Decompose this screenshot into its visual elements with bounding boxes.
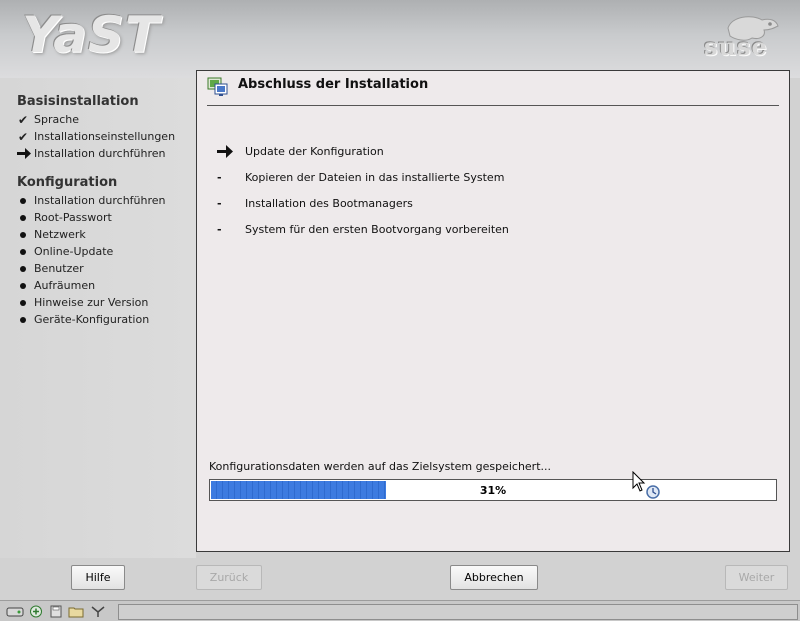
bullet-icon (17, 316, 34, 323)
arrow-right-icon (217, 144, 245, 158)
step-installation-bootmanager: - Installation des Bootmanagers (217, 195, 413, 211)
arrow-right-icon (17, 148, 34, 159)
sidebar: Basisinstallation ✔ Sprache ✔ Installati… (0, 78, 196, 558)
suse-wordmark: suse (704, 32, 768, 61)
sidebar-item-installation-durchfuehren-current: Installation durchführen (17, 145, 166, 162)
sidebar-item-label: Installation durchführen (34, 194, 166, 207)
progress-percent: 31% (479, 483, 507, 497)
step-update-konfiguration: Update der Konfiguration (217, 143, 384, 159)
bullet-icon (17, 214, 34, 221)
dash-icon: - (217, 196, 222, 210)
help-button-label: Hilfe (85, 571, 111, 584)
sidebar-item-label: Aufräumen (34, 279, 96, 292)
bullet-icon (17, 197, 34, 204)
abort-button-label: Abbrechen (464, 571, 524, 584)
sidebar-heading-basisinstallation: Basisinstallation (17, 94, 139, 109)
step-label: Kopieren der Dateien in das installierte… (245, 170, 505, 184)
progress-bar: 31% (209, 479, 777, 501)
back-button[interactable]: Zurück (196, 565, 262, 590)
dash-icon: - (217, 170, 222, 184)
sidebar-item-hinweise-zur-version: Hinweise zur Version (17, 294, 148, 311)
sidebar-item-label: Hinweise zur Version (34, 296, 149, 309)
sidebar-item-label: Geräte-Konfiguration (34, 313, 150, 326)
sidebar-item-installation-durchfuehren: Installation durchführen (17, 192, 166, 209)
sidebar-item-root-passwort: Root-Passwort (17, 209, 112, 226)
dash-icon: - (217, 222, 222, 236)
bullet-icon (17, 248, 34, 255)
abort-button[interactable]: Abbrechen (450, 565, 538, 590)
sidebar-item-geraete-konfiguration: Geräte-Konfiguration (17, 311, 149, 328)
sidebar-item-label: Installation durchführen (34, 147, 166, 160)
busy-cursor-icon (632, 471, 660, 499)
save-icon[interactable] (49, 605, 63, 618)
step-kopieren-dateien: - Kopieren der Dateien in das installier… (217, 169, 504, 185)
sidebar-item-label: Benutzer (34, 262, 84, 275)
taskbar-field (118, 604, 798, 620)
back-button-label: Zurück (209, 571, 249, 584)
sidebar-heading-konfiguration: Konfiguration (17, 175, 118, 190)
sidebar-item-label: Installationseinstellungen (34, 130, 176, 143)
step-label: Installation des Bootmanagers (245, 196, 413, 210)
sidebar-item-label: Netzwerk (34, 228, 86, 241)
next-button[interactable]: Weiter (725, 565, 788, 590)
help-button[interactable]: Hilfe (71, 565, 125, 590)
folder-icon[interactable] (68, 605, 84, 618)
sidebar-item-installationseinstellungen: ✔ Installationseinstellungen (17, 128, 175, 145)
sidebar-item-sprache: ✔ Sprache (17, 111, 79, 128)
sidebar-item-benutzer: Benutzer (17, 260, 84, 277)
network-icon[interactable] (90, 605, 106, 618)
yast-logo: YaST (22, 6, 161, 64)
sidebar-item-label: Online-Update (34, 245, 114, 258)
bullet-icon (17, 282, 34, 289)
install-monitor-icon (207, 77, 228, 96)
sidebar-item-aufraeumen: Aufräumen (17, 277, 95, 294)
content-panel: Abschluss der Installation Update der Ko… (196, 70, 790, 552)
taskbar (0, 600, 800, 621)
step-label: Update der Konfiguration (245, 144, 384, 158)
bullet-icon (17, 231, 34, 238)
bullet-icon (17, 265, 34, 272)
next-button-label: Weiter (738, 571, 775, 584)
sidebar-item-label: Sprache (34, 113, 80, 126)
title-divider (207, 105, 779, 106)
sidebar-item-online-update: Online-Update (17, 243, 113, 260)
checkmark-icon: ✔ (18, 112, 29, 127)
page-title: Abschluss der Installation (238, 77, 429, 92)
checkmark-icon: ✔ (18, 129, 29, 144)
bullet-icon (17, 299, 34, 306)
progress-label: Konfigurationsdaten werden auf das Ziels… (209, 460, 552, 473)
drive-icon[interactable] (6, 605, 24, 618)
sidebar-item-netzwerk: Netzwerk (17, 226, 86, 243)
add-circle-icon[interactable] (29, 605, 43, 618)
step-system-vorbereiten: - System für den ersten Bootvorgang vorb… (217, 221, 509, 237)
sidebar-item-label: Root-Passwort (34, 211, 112, 224)
header: YaST suse (0, 0, 800, 78)
step-label: System für den ersten Bootvorgang vorber… (245, 222, 509, 236)
